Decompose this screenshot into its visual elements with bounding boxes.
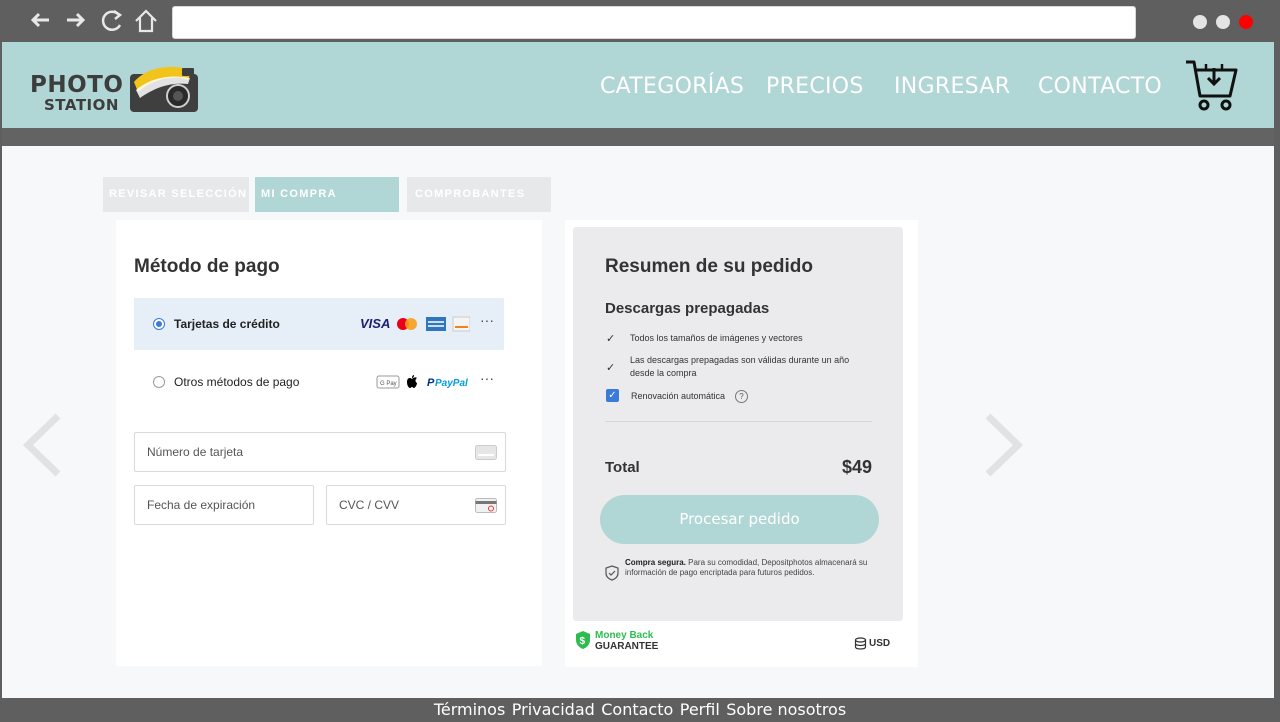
nav-precios[interactable]: PRECIOS	[766, 74, 864, 99]
step-comprobantes[interactable]: COMPROBANTES	[407, 177, 551, 212]
window-dot-2[interactable]	[1216, 15, 1230, 29]
camera-icon	[130, 66, 198, 112]
feature-2-cont: desde la compra	[630, 368, 697, 378]
payment-title: Método de pago	[134, 256, 280, 277]
card-more-icon[interactable]: ···	[480, 312, 494, 328]
forward-arrow-icon[interactable]	[64, 8, 88, 39]
money-back-bottom: GUARANTEE	[595, 641, 659, 652]
card-icon	[475, 445, 497, 460]
logo-text-station: STATION	[44, 96, 119, 114]
logo-text-photo: PHOTO	[30, 72, 124, 98]
summary-title: Resumen de su pedido	[605, 256, 813, 277]
auto-renew-label: Renovación automática	[631, 391, 726, 401]
footer-privacidad[interactable]: Privacidad	[512, 698, 595, 722]
prev-arrow-icon[interactable]	[20, 410, 64, 480]
check-icon: ✓	[606, 332, 616, 345]
svg-text:VISA: VISA	[360, 316, 390, 331]
svg-text:G Pay: G Pay	[380, 381, 397, 387]
money-back-icon: $	[576, 631, 590, 649]
feature-1: Todos los tamaños de imágenes y vectores	[630, 333, 803, 343]
help-icon[interactable]: ?	[735, 390, 748, 403]
total-label: Total	[605, 459, 640, 476]
currency-icon	[854, 637, 867, 650]
nav-categorias[interactable]: CATEGORÍAS	[600, 74, 744, 99]
browser-toolbar	[0, 0, 1280, 42]
svg-text:P: P	[427, 377, 435, 389]
money-back-top: Money Back	[595, 630, 654, 641]
secure-note: Compra segura. Para su comodidad, Deposi…	[625, 558, 875, 578]
option-credit-card[interactable]: Tarjetas de crédito VISA ···	[134, 298, 504, 350]
secure-note-bold: Compra segura.	[625, 558, 686, 567]
cvc-field[interactable]	[326, 485, 506, 525]
address-input[interactable]	[173, 7, 1135, 38]
other-brands-icon: G Pay P PayPal	[376, 375, 468, 389]
option-other-methods[interactable]: Otros métodos de pago G Pay P PayPal ···	[134, 356, 504, 408]
svg-text:PayPal: PayPal	[435, 378, 468, 389]
step-mi-compra[interactable]: MI COMPRA	[255, 177, 399, 212]
auto-renew-checkbox[interactable]: ✓	[606, 389, 619, 402]
currency-selector[interactable]: USD	[869, 638, 890, 649]
logo[interactable]: PHOTO STATION	[30, 60, 202, 116]
process-order-button[interactable]: Procesar pedido	[600, 495, 879, 544]
cvc-card-icon	[475, 498, 497, 513]
feature-2: Las descargas prepagadas son válidas dur…	[630, 355, 850, 365]
footer-terminos[interactable]: Términos	[434, 698, 506, 722]
footer-contacto[interactable]: Contacto	[601, 698, 673, 722]
other-more-icon[interactable]: ···	[480, 370, 494, 386]
expiry-input[interactable]	[135, 486, 313, 524]
card-number-input[interactable]	[135, 433, 505, 471]
nav-contacto[interactable]: CONTACTO	[1038, 74, 1162, 99]
next-arrow-icon[interactable]	[982, 410, 1026, 480]
nav-ingresar[interactable]: INGRESAR	[894, 74, 1010, 99]
summary-divider	[605, 421, 872, 422]
summary-subtitle: Descargas prepagadas	[605, 300, 770, 317]
footer: Términos Privacidad Contacto Perfil Sobr…	[0, 698, 1280, 722]
footer-perfil[interactable]: Perfil	[680, 698, 720, 722]
header-band	[2, 128, 1274, 146]
expiry-field[interactable]	[134, 485, 314, 525]
window-close-dot[interactable]	[1239, 15, 1253, 29]
home-icon[interactable]	[133, 8, 159, 41]
reload-icon[interactable]	[99, 8, 125, 41]
option-other-methods-label: Otros métodos de pago	[174, 375, 300, 389]
radio-credit-card[interactable]	[153, 318, 165, 330]
total-value: $49	[841, 457, 872, 477]
footer-sobre-nosotros[interactable]: Sobre nosotros	[726, 698, 846, 722]
window-dot-1[interactable]	[1193, 15, 1207, 29]
option-credit-card-label: Tarjetas de crédito	[174, 317, 280, 331]
cart-download-icon[interactable]	[1184, 58, 1240, 114]
check-icon: ✓	[606, 361, 616, 374]
site-header: PHOTO STATION CATEGORÍAS PRECIOS INGRESA…	[2, 42, 1274, 128]
card-brands-icon: VISA	[360, 316, 470, 332]
radio-other-methods[interactable]	[153, 376, 165, 388]
shield-check-icon	[605, 565, 619, 581]
svg-text:$: $	[580, 636, 586, 647]
back-arrow-icon[interactable]	[28, 8, 52, 39]
card-number-field[interactable]	[134, 432, 506, 472]
address-bar[interactable]	[172, 6, 1136, 39]
step-revisar-seleccion[interactable]: REVISAR SELECCIÓN	[103, 177, 249, 212]
